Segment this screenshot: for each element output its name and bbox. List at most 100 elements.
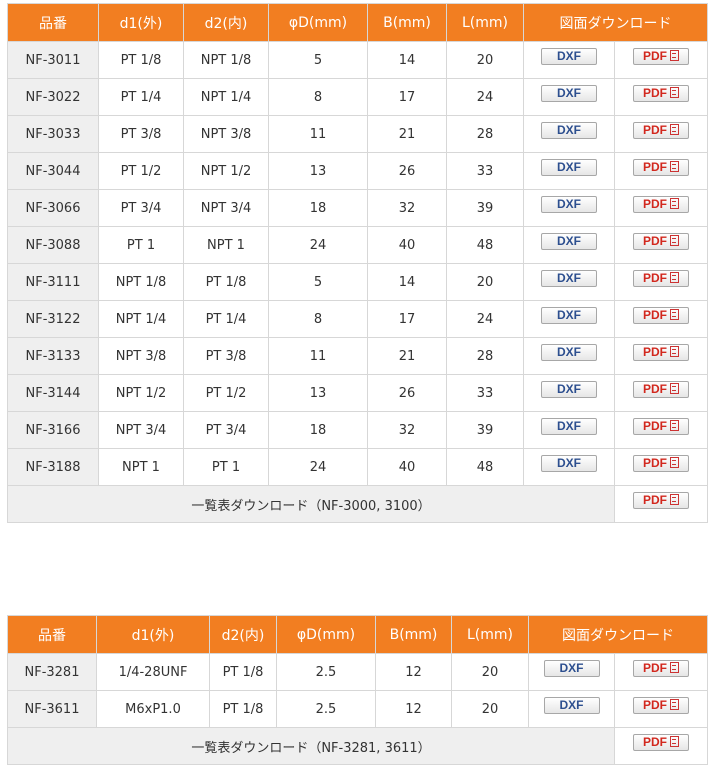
cell-d2: PT 1 — [183, 448, 269, 486]
pdf-download-button[interactable]: PDF — [633, 269, 689, 287]
table-row: NF-3281 1/4-28UNF PT 1/8 2.5 12 20 DXF PDF — [7, 653, 708, 691]
pdf-download-button[interactable]: PDF — [633, 121, 689, 139]
pdf-cell: PDF — [614, 690, 708, 728]
pdf-label: PDF — [643, 270, 667, 285]
dxf-download-button[interactable]: DXF — [541, 454, 597, 472]
dxf-cell: DXF — [523, 41, 615, 79]
dxf-download-button[interactable]: DXF — [541, 121, 597, 139]
dxf-cell: DXF — [523, 226, 615, 264]
pdf-label: PDF — [643, 48, 667, 63]
pdf-label: PDF — [643, 492, 667, 507]
pdf-download-button[interactable]: PDF — [633, 306, 689, 324]
pdf-file-icon — [670, 419, 679, 431]
pdf-label: PDF — [643, 307, 667, 322]
pdf-download-button[interactable]: PDF — [633, 454, 689, 472]
pdf-file-icon — [670, 49, 679, 61]
dxf-cell: DXF — [523, 189, 615, 227]
pdf-download-button[interactable]: PDF — [633, 380, 689, 398]
table-row: NF-3133 NPT 3/8 PT 3/8 11 21 28 DXF PDF — [7, 337, 708, 375]
cell-b: 17 — [367, 300, 447, 338]
cell-d2: NPT 1/4 — [183, 78, 269, 116]
dxf-cell: DXF — [523, 448, 615, 486]
cell-b: 32 — [367, 189, 447, 227]
cell-l: 33 — [446, 152, 524, 190]
pdf-file-icon — [670, 308, 679, 320]
header-drawing-download: 図面ダウンロード — [523, 3, 708, 42]
cell-b: 32 — [367, 411, 447, 449]
cell-part-number: NF-3122 — [7, 300, 99, 338]
table-row: NF-3011 PT 1/8 NPT 1/8 5 14 20 DXF PDF — [7, 41, 708, 79]
header-diameter: φD(mm) — [276, 615, 376, 654]
dxf-download-button[interactable]: DXF — [541, 158, 597, 176]
cell-diameter: 8 — [268, 78, 368, 116]
pdf-cell: PDF — [614, 41, 708, 79]
dxf-cell: DXF — [523, 115, 615, 153]
pdf-label: PDF — [643, 159, 667, 174]
pdf-label: PDF — [643, 418, 667, 433]
dxf-cell: DXF — [523, 300, 615, 338]
dxf-download-button[interactable]: DXF — [541, 47, 597, 65]
pdf-file-icon — [670, 123, 679, 135]
cell-diameter: 18 — [268, 189, 368, 227]
summary-pdf-download-button[interactable]: PDF — [633, 491, 689, 509]
summary-download-label: 一覧表ダウンロード（NF-3281, 3611） — [7, 727, 615, 765]
header-row: 品番 d1(外) d2(内) φD(mm) B(mm) L(mm) 図面ダウンロ… — [7, 3, 708, 42]
pdf-download-button[interactable]: PDF — [633, 696, 689, 714]
dxf-download-button[interactable]: DXF — [541, 417, 597, 435]
summary-pdf-cell: PDF — [614, 485, 708, 523]
dxf-download-button[interactable]: DXF — [541, 195, 597, 213]
cell-diameter: 2.5 — [276, 653, 376, 691]
header-diameter: φD(mm) — [268, 3, 368, 42]
cell-d2: PT 1/8 — [183, 263, 269, 301]
pdf-file-icon — [670, 735, 679, 747]
pdf-file-icon — [670, 661, 679, 673]
dxf-download-button[interactable]: DXF — [541, 269, 597, 287]
dxf-download-button[interactable]: DXF — [543, 659, 600, 677]
pdf-download-button[interactable]: PDF — [633, 659, 689, 677]
dxf-download-button[interactable]: DXF — [541, 232, 597, 250]
cell-l: 20 — [446, 41, 524, 79]
cell-part-number: NF-3611 — [7, 690, 97, 728]
dxf-cell: DXF — [528, 653, 615, 691]
cell-d2: PT 1/8 — [209, 653, 277, 691]
cell-b: 21 — [367, 115, 447, 153]
pdf-label: PDF — [643, 381, 667, 396]
dxf-cell: DXF — [528, 690, 615, 728]
cell-l: 20 — [451, 653, 529, 691]
pdf-download-button[interactable]: PDF — [633, 232, 689, 250]
cell-d2: NPT 1/8 — [183, 41, 269, 79]
pdf-file-icon — [670, 160, 679, 172]
cell-l: 39 — [446, 411, 524, 449]
dxf-download-button[interactable]: DXF — [543, 696, 600, 714]
cell-d1: PT 3/8 — [98, 115, 184, 153]
pdf-cell: PDF — [614, 263, 708, 301]
pdf-download-button[interactable]: PDF — [633, 417, 689, 435]
cell-d1: NPT 1 — [98, 448, 184, 486]
pdf-download-button[interactable]: PDF — [633, 47, 689, 65]
cell-diameter: 18 — [268, 411, 368, 449]
pdf-file-icon — [670, 382, 679, 394]
cell-diameter: 11 — [268, 337, 368, 375]
dxf-download-button[interactable]: DXF — [541, 306, 597, 324]
cell-l: 48 — [446, 226, 524, 264]
pdf-file-icon — [670, 86, 679, 98]
pdf-download-button[interactable]: PDF — [633, 195, 689, 213]
dxf-cell: DXF — [523, 374, 615, 412]
pdf-cell: PDF — [614, 337, 708, 375]
table-row: NF-3066 PT 3/4 NPT 3/4 18 32 39 DXF PDF — [7, 189, 708, 227]
pdf-download-button[interactable]: PDF — [633, 84, 689, 102]
summary-pdf-download-button[interactable]: PDF — [633, 733, 689, 751]
cell-diameter: 5 — [268, 263, 368, 301]
cell-b: 21 — [367, 337, 447, 375]
dxf-download-button[interactable]: DXF — [541, 380, 597, 398]
dxf-download-button[interactable]: DXF — [541, 84, 597, 102]
cell-d2: NPT 1/2 — [183, 152, 269, 190]
dxf-download-button[interactable]: DXF — [541, 343, 597, 361]
pdf-download-button[interactable]: PDF — [633, 158, 689, 176]
pdf-file-icon — [670, 197, 679, 209]
cell-d1: PT 1/8 — [98, 41, 184, 79]
cell-d2: PT 3/8 — [183, 337, 269, 375]
table-row: NF-3611 M6xP1.0 PT 1/8 2.5 12 20 DXF PDF — [7, 690, 708, 728]
pdf-file-icon — [670, 271, 679, 283]
pdf-download-button[interactable]: PDF — [633, 343, 689, 361]
